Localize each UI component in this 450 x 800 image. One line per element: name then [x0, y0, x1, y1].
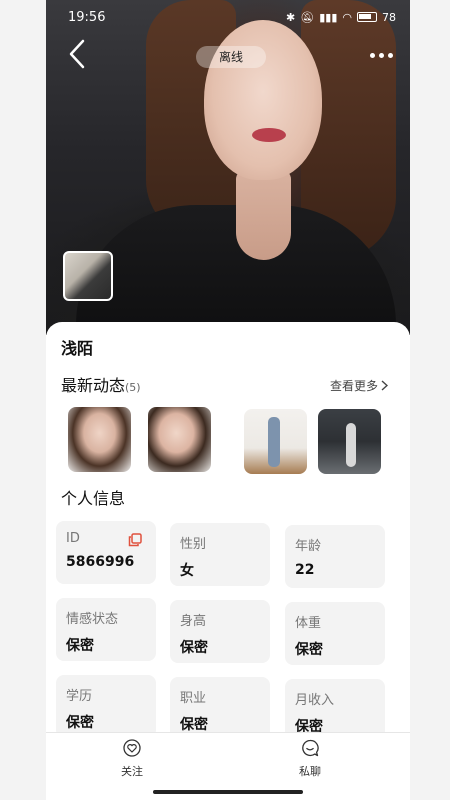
follow-label: 关注: [121, 765, 143, 778]
more-options-button[interactable]: [364, 45, 398, 65]
profile-screen: 19:56 ✱ 🔕︎ ▮▮▮ ◠ 78 离线 浅陌 最新动态(5) 查看更多 个…: [46, 0, 410, 800]
follow-button[interactable]: 关注: [102, 739, 162, 789]
private-chat-button[interactable]: 私聊: [280, 739, 340, 789]
profile-name: 浅陌: [61, 339, 94, 358]
info-value: 保密: [180, 717, 208, 733]
chat-bubble-icon: [302, 739, 319, 757]
online-status-badge: 离线: [196, 46, 266, 68]
signal-icon: ▮▮▮: [319, 10, 338, 24]
info-value: 保密: [180, 640, 208, 656]
info-label: 身高: [180, 614, 207, 629]
battery-icon: [357, 12, 377, 22]
cover-lips: [252, 128, 286, 142]
cover-thumbnail[interactable]: [63, 251, 113, 301]
info-label: 体重: [295, 616, 322, 631]
info-cell-weight: 体重 保密: [285, 602, 385, 665]
moments-title-label: 最新动态: [61, 376, 126, 395]
moments-count: (5): [125, 381, 141, 394]
private-chat-label: 私聊: [299, 765, 321, 778]
info-value: 女: [180, 563, 194, 579]
more-dot-icon: [387, 52, 393, 58]
moment-thumbnail[interactable]: [68, 407, 131, 472]
status-time: 19:56: [68, 9, 106, 25]
chevron-right-icon: [381, 380, 388, 391]
info-cell-education: 学历 保密: [56, 675, 156, 738]
info-label: 年龄: [295, 539, 322, 554]
status-bar: 19:56 ✱ 🔕︎ ▮▮▮ ◠ 78: [46, 0, 410, 34]
info-cell-height: 身高 保密: [170, 600, 270, 663]
info-cell-relationship: 情感状态 保密: [56, 598, 156, 661]
bluetooth-icon: ✱: [286, 10, 296, 24]
more-dot-icon: [369, 52, 375, 58]
info-label: 月收入: [295, 693, 335, 708]
info-cell-id: ID 5866996: [56, 521, 156, 584]
info-label: 性别: [180, 537, 207, 552]
info-value: 保密: [295, 642, 323, 658]
info-cell-occupation: 职业 保密: [170, 677, 270, 740]
info-value: 保密: [66, 638, 94, 654]
more-dot-icon: [378, 52, 384, 58]
moments-list: [46, 405, 410, 475]
cover-face: [204, 20, 322, 180]
home-indicator[interactable]: [153, 790, 303, 794]
info-cell-gender: 性别 女: [170, 523, 270, 586]
battery-level: 78: [382, 10, 396, 24]
info-cell-age: 年龄 22: [285, 525, 385, 588]
personal-info-grid: ID 5866996 性别 女 年龄 22 情感状态 保密 身高 保密 体重 保…: [46, 515, 410, 742]
info-label: 情感状态: [66, 612, 119, 627]
personal-info-title: 个人信息: [61, 489, 126, 508]
copy-icon[interactable]: [128, 533, 142, 547]
moment-thumbnail[interactable]: [244, 409, 307, 474]
see-more-link[interactable]: 查看更多: [330, 377, 388, 394]
heart-icon: [123, 739, 141, 757]
info-label: 学历: [66, 689, 93, 704]
chevron-left-icon: [69, 39, 85, 69]
moment-thumbnail[interactable]: [148, 407, 211, 472]
moments-title: 最新动态(5): [61, 372, 141, 396]
info-value: 22: [295, 562, 315, 578]
cover-neck: [236, 170, 291, 260]
wifi-icon: ◠: [342, 10, 352, 24]
see-more-label: 查看更多: [329, 379, 378, 393]
mute-icon: 🔕︎: [300, 10, 315, 24]
info-value: 5866996: [66, 554, 135, 570]
back-button[interactable]: [62, 36, 92, 72]
info-value: 保密: [66, 715, 94, 731]
moment-thumbnail[interactable]: [318, 409, 381, 474]
info-label: 职业: [180, 691, 207, 706]
status-icons: ✱ 🔕︎ ▮▮▮ ◠ 78: [286, 11, 396, 24]
